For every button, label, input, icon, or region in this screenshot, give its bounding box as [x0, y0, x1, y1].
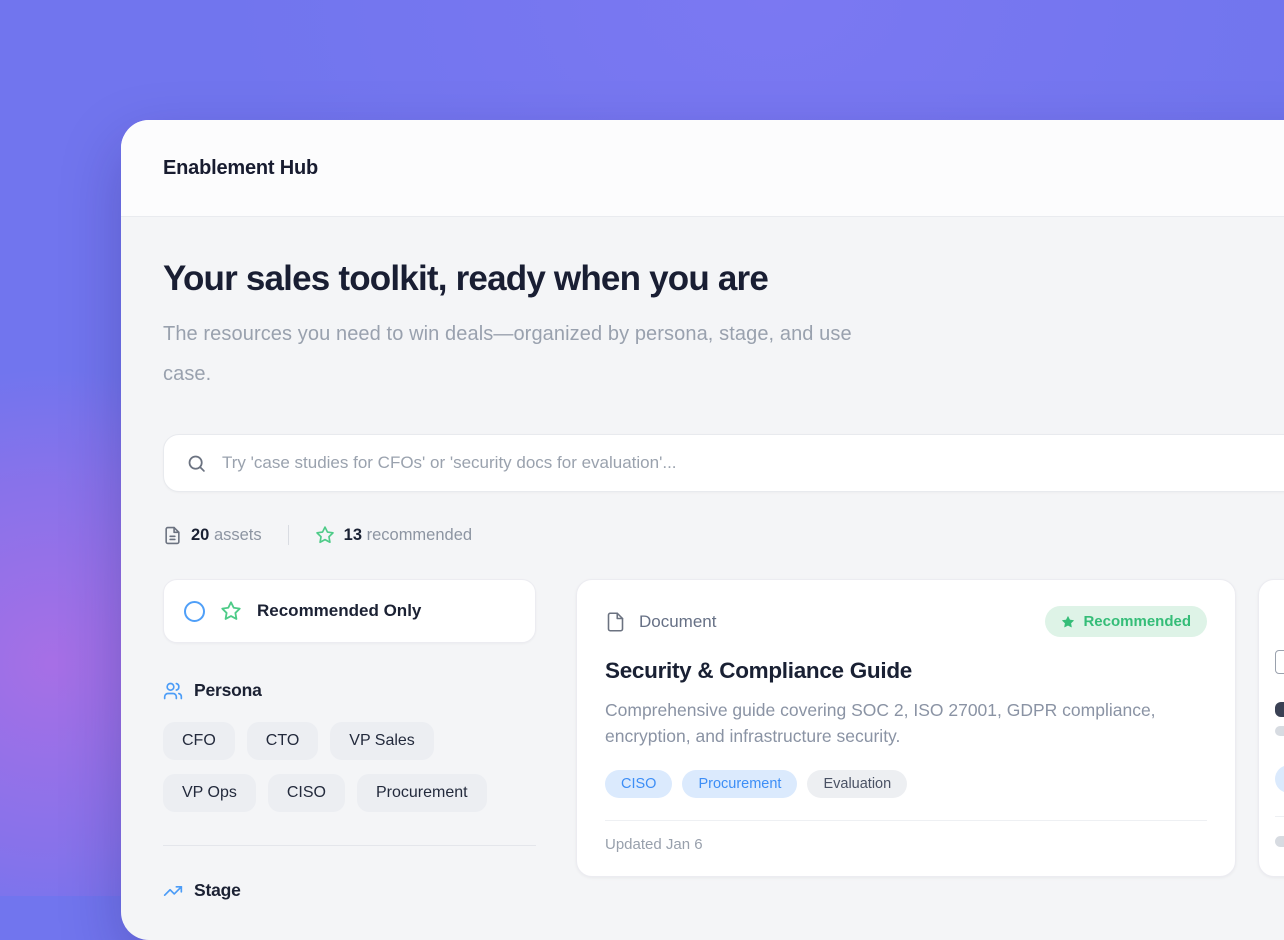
star-icon [315, 525, 335, 545]
tag-procurement[interactable]: Procurement [682, 770, 797, 798]
star-icon [220, 600, 242, 622]
card-title-fragment [1275, 702, 1284, 717]
recommended-only-label: Recommended Only [257, 601, 421, 621]
card-updated-fragment [1275, 836, 1284, 847]
asset-card-partial[interactable] [1258, 579, 1284, 877]
sidebar-divider [163, 845, 536, 846]
app-title: Enablement Hub [163, 157, 318, 180]
persona-chip-cto[interactable]: CTO [247, 722, 318, 760]
card-tags: CISO Procurement Evaluation [605, 770, 1207, 798]
persona-chip-cfo[interactable]: CFO [163, 722, 235, 760]
recommended-label: recommended [367, 526, 472, 544]
users-icon [163, 681, 183, 701]
main-content: Recommended Only Persona CFO CTO VP Sale… [163, 579, 1284, 901]
search-icon [186, 453, 207, 474]
persona-chip-ciso[interactable]: CISO [268, 774, 345, 812]
recommended-stat: 13 recommended [315, 525, 472, 545]
card-footer-divider [1275, 816, 1284, 817]
persona-chip-vp-sales[interactable]: VP Sales [330, 722, 434, 760]
tag-fragment [1275, 765, 1284, 793]
recommended-count: 13 [344, 526, 362, 544]
toggle-circle-icon[interactable] [184, 601, 205, 622]
panel-body: Your sales toolkit, ready when you are T… [121, 217, 1284, 901]
persona-chip-procurement[interactable]: Procurement [357, 774, 487, 812]
asset-cards-row: Document Recommended Security & Complian… [576, 579, 1284, 877]
persona-section-header: Persona [163, 680, 536, 701]
card-title: Security & Compliance Guide [605, 658, 1207, 684]
card-updated: Updated Jan 6 [605, 820, 1207, 869]
asset-card[interactable]: Document Recommended Security & Complian… [576, 579, 1236, 877]
file-icon [605, 610, 626, 634]
card-type-label: Document [639, 612, 716, 632]
star-icon [1061, 615, 1075, 629]
card-type: Document [605, 610, 716, 634]
page-title: Your sales toolkit, ready when you are [163, 259, 1284, 299]
filters-sidebar: Recommended Only Persona CFO CTO VP Sale… [163, 579, 536, 901]
stage-section-header: Stage [163, 880, 536, 901]
recommended-badge-label: Recommended [1083, 613, 1191, 630]
panel-header: Enablement Hub [121, 120, 1284, 217]
tag-evaluation[interactable]: Evaluation [807, 770, 907, 798]
assets-label: assets [214, 526, 262, 544]
search-bar[interactable] [163, 434, 1284, 492]
trending-up-icon [163, 881, 183, 901]
search-input[interactable] [222, 453, 1284, 473]
page-subtitle: The resources you need to win deals—orga… [163, 314, 868, 394]
assets-count: 20 [191, 526, 209, 544]
persona-section-label: Persona [194, 680, 262, 701]
stats-divider [288, 525, 289, 545]
card-header: Document Recommended [605, 606, 1207, 637]
persona-chips: CFO CTO VP Sales VP Ops CISO Procurement [163, 722, 536, 812]
stats-row: 20 assets 13 recommended [163, 525, 1284, 545]
tag-ciso[interactable]: CISO [605, 770, 672, 798]
file-icon [1275, 650, 1284, 674]
persona-chip-vp-ops[interactable]: VP Ops [163, 774, 256, 812]
recommended-badge: Recommended [1045, 606, 1207, 637]
card-description-fragment [1275, 726, 1284, 736]
file-text-icon [163, 526, 182, 545]
assets-stat: 20 assets [163, 526, 262, 545]
recommended-only-toggle[interactable]: Recommended Only [163, 579, 536, 643]
card-description: Comprehensive guide covering SOC 2, ISO … [605, 697, 1170, 749]
stage-section-label: Stage [194, 880, 241, 901]
enablement-hub-panel: Enablement Hub Your sales toolkit, ready… [121, 120, 1284, 940]
